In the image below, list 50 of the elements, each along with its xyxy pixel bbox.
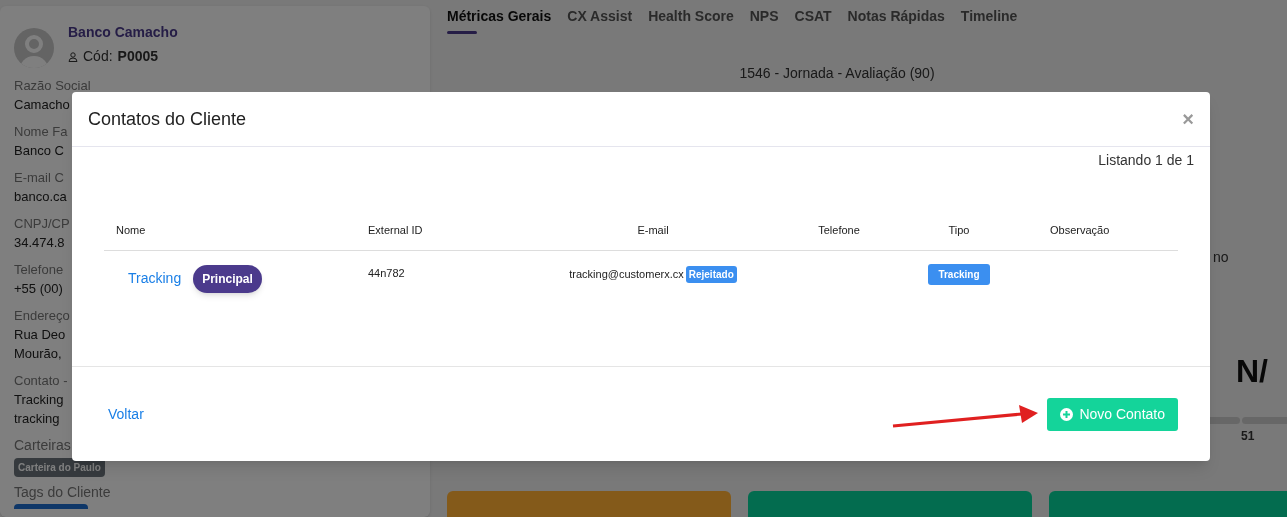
tab[interactable]: Notas Rápidas [847,6,945,35]
column-header: Nome [104,211,368,250]
field-label: Razão Social [14,77,91,95]
field-label: Contato - [14,372,68,390]
field-label: E-mail C [14,169,64,187]
column-header: E-mail [508,211,798,250]
field-label: Tags do Cliente [14,483,112,502]
text-fragment: no [1213,248,1229,267]
column-header: Telefone [798,211,880,250]
table-cell: 44n782 [368,250,508,293]
code-label: Cód: [83,47,113,66]
modal-title: Contatos do Cliente [88,107,247,131]
field-value: Tracking [14,391,64,409]
tab[interactable]: Métricas Gerais [447,6,552,35]
tab[interactable]: Health Score [648,6,734,35]
field-value: 34.474.8 [14,234,65,252]
column-header: Observação [1038,211,1178,250]
principal-badge: Principal [193,264,262,293]
tab[interactable]: NPS [749,6,779,35]
journey-title: 1546 - Jornada - Avaliação (90) [739,64,935,83]
field-value: Camacho [14,96,70,114]
close-button[interactable]: × [1182,109,1194,129]
column-header: Tipo [880,211,1038,250]
tab[interactable]: CX Assist [567,6,633,35]
email-text: tracking@customerx.cx [569,266,684,282]
type-badge: Tracking [928,263,990,285]
client-code: P0005 [117,47,159,66]
tab[interactable]: CSAT [794,6,832,35]
field-label: Telefone [14,261,64,279]
field-label: CNPJ/CP [14,215,70,233]
back-link[interactable]: Voltar [108,403,144,425]
tab[interactable]: Timeline [960,6,1018,35]
field-value: Mourão, [14,345,63,363]
contact-link[interactable]: Tracking [128,268,182,289]
score-value: N/ [1236,352,1268,391]
field-value: +55 (00) [14,280,63,298]
new-contact-button[interactable]: Novo Contato [1047,397,1178,431]
field-value: banco.ca [14,188,67,206]
wallet-tag: Carteira do Paulo [14,458,105,477]
field-label: Endereço [14,307,70,325]
status-badge: Rejeitado [685,265,737,283]
field-value: Rua Deo [14,326,66,344]
field-value: Banco C [14,142,64,160]
field-label: Carteiras [14,436,72,455]
tick-label: 51 [1241,428,1255,445]
client-name[interactable]: Banco Camacho [68,22,178,43]
field-label: Nome Fa [14,123,68,141]
listing-count: Listando 1 de 1 [1098,151,1194,170]
column-header: External ID [368,211,508,250]
field-value: tracking [14,410,60,428]
